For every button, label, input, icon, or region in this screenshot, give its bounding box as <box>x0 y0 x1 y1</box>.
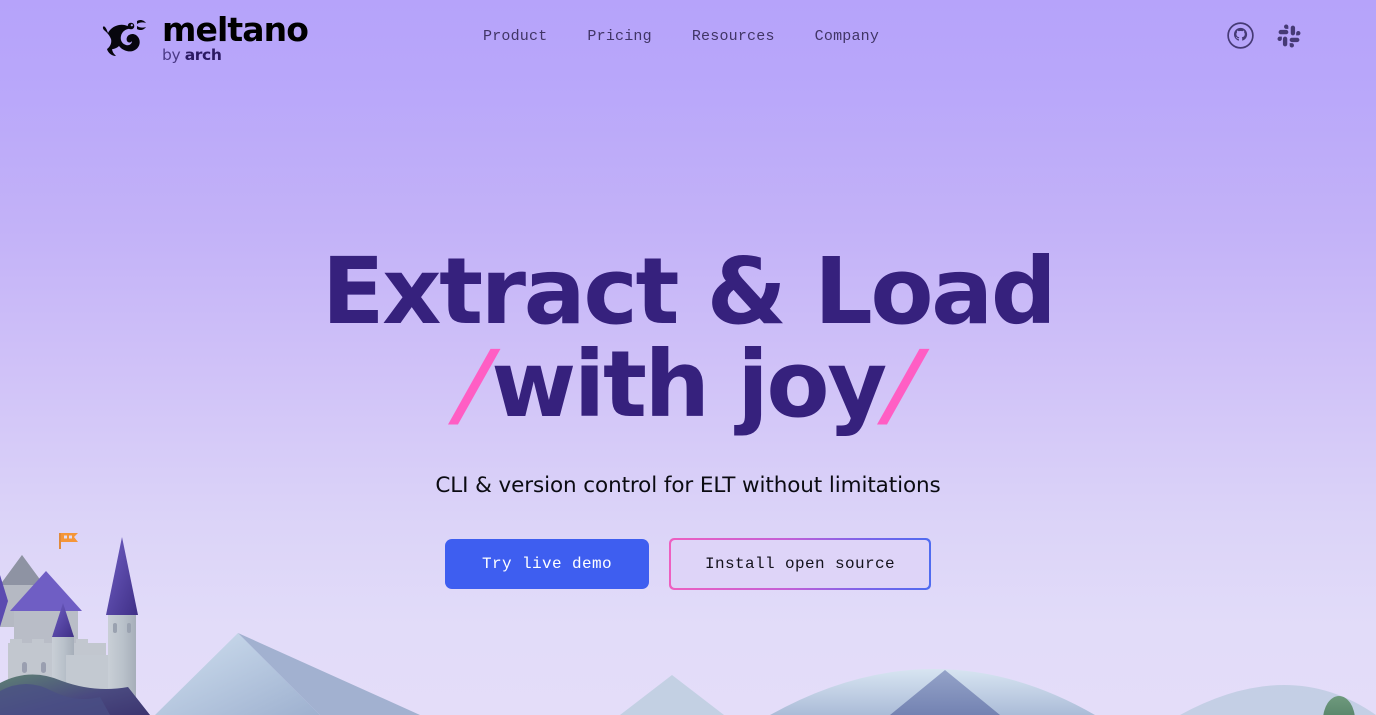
nav-item-resources[interactable]: Resources <box>692 28 775 45</box>
install-open-source-label: Install open source <box>671 540 929 589</box>
hero-headline-line2-text: with joy <box>491 331 887 439</box>
logo-sub-by: by <box>162 46 185 64</box>
site-header: meltano by arch Product Pricing Resource… <box>0 0 1376 76</box>
slack-icon <box>1277 24 1301 47</box>
hero-headline: Extract & Load /with joy/ <box>321 238 1057 438</box>
logo-sub-arch: arch <box>184 46 222 64</box>
nav-item-company[interactable]: Company <box>815 28 879 45</box>
nav-item-pricing[interactable]: Pricing <box>587 28 651 45</box>
logo-link[interactable]: meltano by arch <box>101 10 309 64</box>
slack-link[interactable] <box>1276 23 1302 49</box>
github-icon <box>1227 22 1254 49</box>
landing-page: meltano by arch Product Pricing Resource… <box>0 0 1376 715</box>
meltano-dragon-logo-icon <box>102 20 146 57</box>
hero-headline-line1: Extract & Load <box>321 238 1057 345</box>
hero-section: Extract & Load /with joy/ CLI & version … <box>0 0 1376 715</box>
social-links <box>1227 22 1302 49</box>
install-open-source-button[interactable]: Install open source <box>669 538 931 591</box>
logo-main-text: meltano <box>162 10 309 49</box>
hero-subtitle: CLI & version control for ELT without li… <box>435 473 941 499</box>
nav-item-product[interactable]: Product <box>483 28 547 45</box>
hero-cta-row: Try live demo Install open source <box>445 538 931 591</box>
try-live-demo-button[interactable]: Try live demo <box>445 539 649 590</box>
logo-wordmark: meltano by arch <box>162 10 309 64</box>
github-link[interactable] <box>1227 22 1254 49</box>
main-navigation: Product Pricing Resources Company <box>483 28 879 45</box>
hero-headline-line2: /with joy/ <box>322 331 1055 438</box>
logo-sub-text: by arch <box>162 46 308 64</box>
